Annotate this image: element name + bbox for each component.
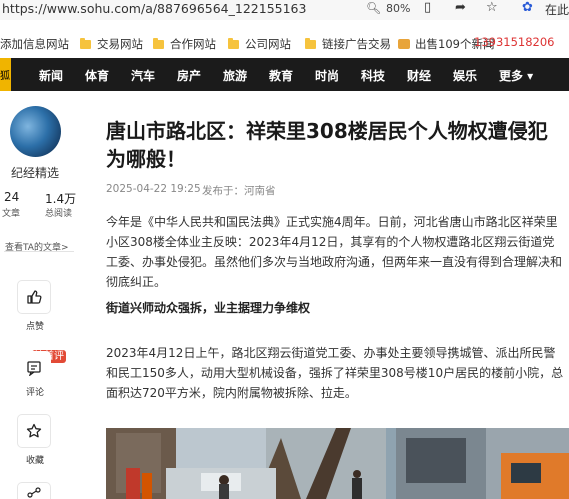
article-source: 发布于：河南省: [202, 185, 276, 197]
zoom-icon[interactable]: 🔍︎: [366, 1, 381, 15]
share-icon: [27, 486, 41, 498]
star-icon: [26, 423, 42, 438]
bookmark-folder-links[interactable]: 链接广告交易: [305, 36, 391, 52]
bookmark-label: 链接广告交易: [322, 37, 391, 51]
nav-item-sports[interactable]: 体育: [85, 67, 109, 84]
nav-item-finance[interactable]: 财经: [407, 67, 431, 84]
article-paragraph: 今年是《中华人民共和国民法典》正式实施4周年。日前，河北省唐山市路北区祥荣里小区…: [106, 215, 563, 289]
reader-mode-icon[interactable]: ▯: [424, 0, 431, 15]
bookmarks-bar: 添加信息网站 交易网站 合作网站 公司网站 链接广告交易 出售109个新闻 13…: [0, 27, 569, 57]
folder-icon: [80, 37, 91, 49]
nav-item-entertainment[interactable]: 娱乐: [453, 67, 477, 84]
nav-item-education[interactable]: 教育: [269, 67, 293, 84]
bookmark-add-info[interactable]: 添加信息网站: [0, 36, 69, 52]
article-date: 2025-04-22 19:25: [106, 183, 201, 195]
bookmark-site-icon: [398, 39, 410, 49]
extension-icon[interactable]: ✿: [522, 0, 533, 15]
bookmark-label: 公司网站: [245, 37, 291, 51]
toolbar-overflow-text[interactable]: 在此: [545, 1, 569, 18]
nav-item-fashion[interactable]: 时尚: [315, 67, 339, 84]
share-icon[interactable]: ➦: [455, 0, 466, 15]
stat-reads-count: 1.4万: [45, 192, 77, 206]
folder-icon: [305, 37, 316, 49]
bookmark-folder-trade[interactable]: 交易网站: [80, 36, 143, 52]
avatar[interactable]: [10, 106, 61, 157]
nav-item-realestate[interactable]: 房产: [177, 67, 201, 84]
nav-item-more[interactable]: 更多 ▾: [499, 67, 533, 84]
sidebar-divider: [4, 251, 74, 252]
share-button[interactable]: [17, 482, 51, 499]
stat-articles-count: 24: [4, 190, 20, 204]
bookmark-folder-partner[interactable]: 合作网站: [153, 36, 216, 52]
comment-button[interactable]: [17, 351, 51, 385]
article-paragraph: 2023年4月12日上午，路北区翔云街道党工委、办事处主要领导携城管、派出所民警…: [106, 346, 564, 400]
demolition-scene-image: [106, 428, 569, 499]
nav-item-auto[interactable]: 汽车: [131, 67, 155, 84]
favorite-button[interactable]: [17, 414, 51, 448]
folder-icon: [153, 37, 164, 49]
zoom-level[interactable]: 80%: [386, 2, 410, 15]
thumb-up-icon: [27, 290, 42, 304]
author-name[interactable]: 纪经精选: [11, 164, 59, 181]
bookmark-label: 交易网站: [97, 37, 143, 51]
bookmark-folder-company[interactable]: 公司网站: [228, 36, 291, 52]
stat-articles-label: 文章: [2, 209, 21, 219]
folder-icon: [228, 37, 239, 49]
nav-item-tech[interactable]: 科技: [361, 67, 385, 84]
favorite-label: 收藏: [26, 456, 45, 466]
like-button[interactable]: [17, 280, 51, 314]
bookmark-label: 合作网站: [170, 37, 216, 51]
nav-item-travel[interactable]: 旅游: [223, 67, 247, 84]
article-title: 唐山市路北区：祥荣里308楼居民个人物权遭侵犯为哪般！: [106, 119, 548, 171]
stat-reads-label: 总阅读: [45, 209, 73, 219]
comment-icon: [27, 361, 41, 376]
site-logo[interactable]: 狐: [0, 58, 11, 91]
article-subheading: 街道兴师动众强拆，业主据理力争维权: [106, 301, 311, 315]
author-sidebar: 纪经精选 24 文章 1.4万 总阅读 查看TA的文章> 点赞 抢首评 评论 收…: [0, 92, 80, 499]
address-bar[interactable]: https://www.sohu.com/a/887696564_1221551…: [2, 1, 306, 16]
favorite-star-icon[interactable]: ☆: [486, 0, 498, 15]
article-photo: [106, 428, 569, 499]
comment-label: 评论: [26, 388, 45, 398]
bookmark-phone[interactable]: 13931518206: [474, 35, 554, 49]
browser-toolbar: https://www.sohu.com/a/887696564_1221551…: [0, 0, 569, 20]
nav-item-news[interactable]: 新闻: [39, 67, 63, 84]
site-nav: 狐 新闻 体育 汽车 房产 旅游 教育 时尚 科技 财经 娱乐 更多 ▾: [0, 58, 569, 91]
bookmark-label: 添加信息网站: [0, 37, 69, 51]
like-label: 点赞: [26, 322, 45, 332]
